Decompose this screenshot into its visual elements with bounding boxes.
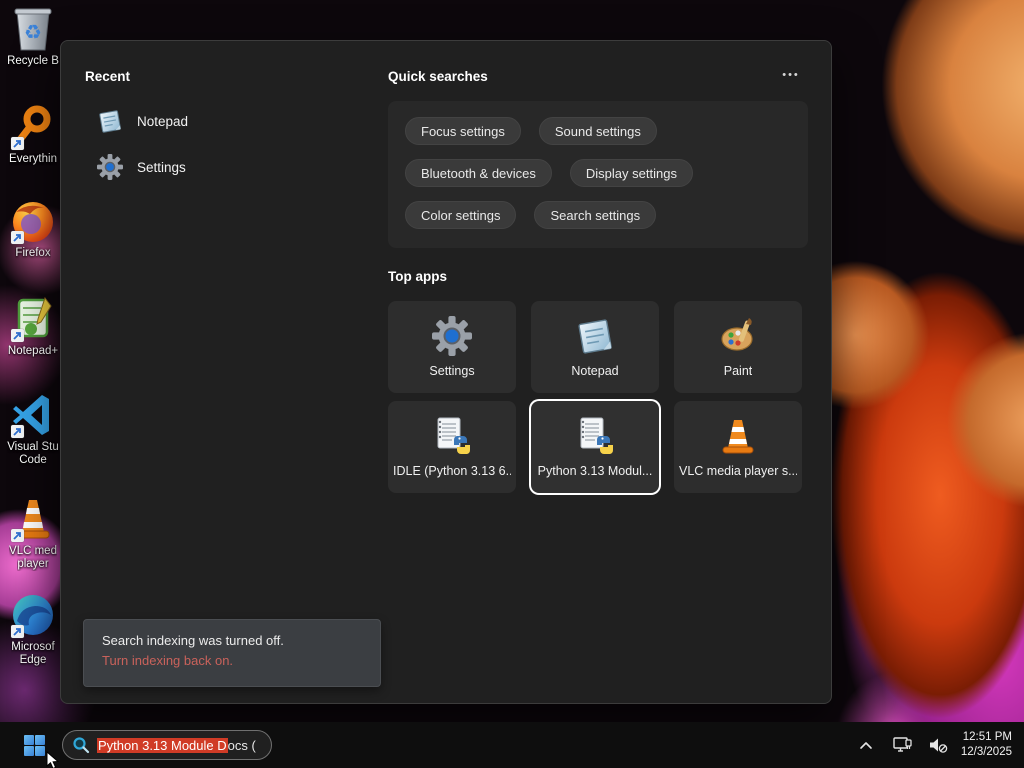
speaker-muted-icon: [929, 738, 948, 753]
desktop-icon-edge[interactable]: Microsof Edge: [0, 592, 66, 667]
desktop-icon-vscode[interactable]: Visual Stu Code: [0, 392, 66, 467]
everything-icon: [10, 104, 56, 150]
windows-logo-icon: [23, 734, 45, 756]
search-query-text: Python 3.13 Module Docs (: [97, 737, 256, 753]
desktop-icon-everything[interactable]: Everythin: [0, 104, 66, 166]
gear-icon: [432, 316, 472, 356]
svg-text:♻: ♻: [24, 22, 42, 44]
paint-palette-icon: [721, 318, 753, 351]
top-app-tile-python-module-docs[interactable]: Python 3.13 Modul...: [531, 401, 659, 493]
desktop-icon-label: player: [17, 558, 49, 570]
vscode-icon: [10, 392, 56, 438]
ethernet-network-icon: [893, 737, 912, 752]
python-document-icon: [580, 417, 614, 454]
desktop-icon-label: Everythin: [9, 153, 57, 165]
firefox-icon: [10, 198, 56, 244]
taskbar: Python 3.13 Module Docs (12:51 PM 12/3/…: [0, 722, 1024, 768]
desktop-icon-label: Recycle B: [7, 55, 59, 67]
top-app-label: Python 3.13 Modul...: [537, 464, 653, 478]
notepad-plus-icon: [10, 296, 56, 342]
shortcut-arrow-icon: [11, 231, 24, 244]
volume-status-button[interactable]: [925, 730, 951, 760]
shortcut-arrow-icon: [11, 137, 24, 150]
recent-item-settings[interactable]: Settings: [95, 150, 196, 184]
notepad-icon: [578, 319, 612, 354]
indexing-tooltip-link[interactable]: Turn indexing back on.: [102, 653, 362, 668]
top-app-label: IDLE (Python 3.13 6...: [393, 464, 511, 478]
quick-searches-more-button[interactable]: •••: [777, 69, 805, 85]
notepad-icon: [99, 110, 121, 133]
desktop-icon-notepad-plus[interactable]: Notepad+: [0, 296, 66, 358]
shortcut-arrow-icon: [11, 425, 24, 438]
start-button[interactable]: [14, 726, 54, 764]
top-apps-grid: Settings Notepad Paint IDLE (Python 3.13…: [388, 301, 808, 493]
shortcut-arrow-icon: [11, 529, 24, 542]
desktop-icon-label: Notepad+: [7, 345, 59, 357]
desktop-icon-label: Firefox: [15, 247, 51, 259]
recent-item-label: Settings: [137, 159, 186, 175]
clock-date: 12/3/2025: [960, 746, 1012, 758]
network-status-button[interactable]: [889, 730, 915, 760]
system-tray: 12:51 PM 12/3/2025: [853, 722, 1018, 768]
edge-icon: [10, 592, 56, 638]
vlc-icon: [10, 496, 56, 542]
desktop-icon-label: Visual Stu: [7, 441, 59, 453]
quick-searches-card: Focus settings Sound settings Bluetooth …: [388, 101, 808, 248]
top-app-label: Notepad: [571, 364, 619, 378]
shortcut-arrow-icon: [11, 329, 24, 342]
quick-search-pill-search-settings[interactable]: Search settings: [534, 201, 657, 229]
quick-search-pill-color-settings[interactable]: Color settings: [405, 201, 517, 229]
search-flyout-panel: Recent Notepad Settings Quick searches •…: [60, 40, 832, 704]
shortcut-arrow-icon: [11, 625, 24, 638]
desktop-icon-firefox[interactable]: Firefox: [0, 198, 66, 260]
quick-search-pill-sound-settings[interactable]: Sound settings: [538, 117, 657, 145]
recent-item-notepad[interactable]: Notepad: [95, 104, 198, 138]
top-app-tile-notepad[interactable]: Notepad: [531, 301, 659, 393]
recycle-bin-icon: ♻: [10, 6, 56, 52]
quick-search-pill-focus-settings[interactable]: Focus settings: [405, 117, 521, 145]
chevron-up-icon: [860, 742, 872, 749]
desktop-icon-label: VLC med: [9, 545, 57, 557]
taskbar-search-box[interactable]: Python 3.13 Module Docs (: [62, 730, 272, 760]
top-app-label: Settings: [429, 364, 475, 378]
desktop-icon-recycle-bin[interactable]: ♻ Recycle B: [0, 6, 66, 68]
top-app-tile-settings[interactable]: Settings: [388, 301, 516, 393]
desktop-icon-label: Code: [19, 454, 47, 466]
top-app-label: Paint: [723, 364, 753, 378]
taskbar-clock[interactable]: 12:51 PM 12/3/2025: [961, 730, 1018, 760]
indexing-tooltip-message: Search indexing was turned off.: [102, 633, 284, 648]
quick-search-pill-bluetooth-devices[interactable]: Bluetooth & devices: [405, 159, 552, 187]
quick-search-pill-display-settings[interactable]: Display settings: [569, 159, 693, 187]
desktop-icon-vlc[interactable]: VLC med player: [0, 496, 66, 571]
top-app-tile-idle-python[interactable]: IDLE (Python 3.13 6...: [388, 401, 516, 493]
indexing-tooltip: Search indexing was turned off. Turn ind…: [83, 619, 381, 687]
recent-section-title: Recent: [85, 69, 131, 84]
search-query-unselected-text: ocs (: [227, 737, 256, 753]
gear-icon: [97, 154, 123, 180]
top-apps-title: Top apps: [388, 269, 447, 284]
top-app-label: VLC media player s...: [679, 464, 797, 478]
top-app-tile-vlc[interactable]: VLC media player s...: [674, 401, 802, 493]
top-app-tile-paint[interactable]: Paint: [674, 301, 802, 393]
python-document-icon: [437, 417, 471, 454]
recent-item-label: Notepad: [137, 113, 189, 129]
vlc-cone-icon: [722, 420, 754, 454]
hidden-icons-chevron[interactable]: [853, 730, 879, 760]
clock-time: 12:51 PM: [962, 731, 1012, 743]
quick-searches-title: Quick searches: [388, 69, 488, 84]
desktop-icon-label: Edge: [19, 654, 47, 666]
desktop-icon-label: Microsof: [11, 641, 55, 653]
search-query-selected-text: Python 3.13 Module D: [97, 737, 228, 753]
search-icon: [73, 737, 90, 754]
